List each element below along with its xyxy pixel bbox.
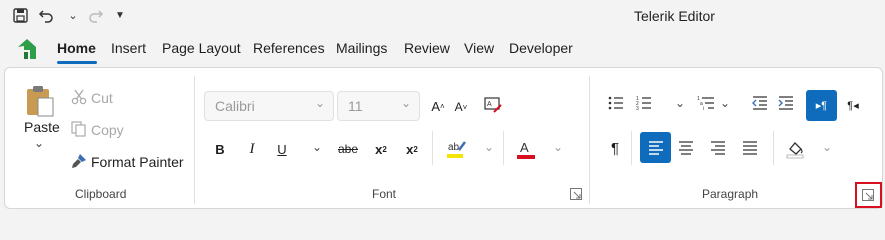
tab-insert[interactable]: Insert [111, 40, 146, 56]
font-size-select[interactable]: 11 ⌄ [337, 91, 420, 121]
right-to-left-icon[interactable]: ¶◂ [843, 96, 863, 114]
copy-icon[interactable] [71, 121, 87, 140]
group-divider [194, 76, 195, 204]
show-formatting-marks-icon[interactable]: ¶ [606, 138, 624, 158]
customize-quick-access-icon[interactable]: ▼ [111, 6, 129, 24]
undo-dropdown-chevron-icon[interactable]: ⌄ [64, 6, 82, 24]
app-title: Telerik Editor [634, 8, 715, 24]
italic-icon[interactable]: I [242, 139, 262, 159]
bold-icon[interactable]: B [210, 139, 230, 159]
svg-text:ab: ab [448, 142, 460, 153]
title-bar: ⌄ ▼ Telerik Editor [0, 0, 885, 32]
active-tab-indicator [57, 61, 97, 64]
font-group-label: Font [372, 187, 397, 201]
divider [773, 131, 774, 165]
font-family-select[interactable]: Calibri ⌄ [204, 91, 334, 121]
multilevel-list-icon[interactable]: 1ai [697, 96, 715, 113]
tab-references[interactable]: References [253, 40, 325, 56]
svg-text:3: 3 [636, 106, 639, 110]
numbering-icon[interactable]: 123 [636, 96, 652, 113]
tab-page-layout[interactable]: Page Layout [162, 40, 241, 56]
svg-text:A: A [520, 140, 529, 155]
format-painter-icon[interactable] [71, 153, 87, 172]
tab-home[interactable]: Home [57, 40, 96, 56]
subscript-icon[interactable]: x2 [371, 139, 391, 159]
clear-formatting-icon[interactable]: A [484, 97, 502, 116]
undo-icon[interactable] [37, 6, 55, 24]
clipboard-group-label: Clipboard [75, 187, 127, 201]
svg-text:i: i [703, 106, 704, 110]
cut-icon[interactable] [71, 89, 87, 108]
increase-indent-icon[interactable] [778, 96, 794, 113]
paste-chevron-icon[interactable]: ⌄ [34, 136, 44, 150]
highlight-annotation-box [855, 182, 882, 208]
align-center-icon[interactable] [678, 141, 694, 158]
copy-button[interactable]: Copy [91, 122, 124, 138]
align-left-icon[interactable] [640, 132, 671, 163]
shrink-font-icon[interactable]: A ˅ [452, 97, 470, 117]
bullets-icon[interactable] [608, 96, 624, 113]
save-icon[interactable] [11, 6, 29, 24]
text-highlight-color-icon[interactable]: ab [446, 138, 468, 163]
font-dialog-launcher-icon[interactable] [570, 187, 582, 203]
paragraph-group-label: Paragraph [702, 187, 759, 201]
divider [631, 131, 632, 165]
font-color-icon[interactable]: A [515, 138, 537, 163]
font-color-chevron-icon[interactable]: ⌄ [553, 140, 563, 154]
paste-button[interactable]: Paste [24, 119, 60, 135]
tab-view[interactable]: View [464, 40, 494, 56]
cut-button[interactable]: Cut [91, 90, 113, 106]
grow-font-icon[interactable]: A ˄ [428, 95, 448, 117]
paste-icon[interactable] [24, 84, 56, 118]
highlight-chevron-icon[interactable]: ⌄ [484, 140, 494, 154]
chevron-down-icon: ⌄ [400, 96, 411, 110]
strikethrough-icon[interactable]: abe [336, 139, 360, 159]
justify-icon[interactable] [742, 141, 758, 158]
divider [503, 131, 504, 165]
multilevel-chevron-icon[interactable]: ⌄ [720, 96, 730, 110]
shading-icon[interactable] [785, 139, 805, 162]
redo-icon[interactable] [87, 6, 105, 24]
svg-text:A: A [487, 101, 492, 108]
align-right-icon[interactable] [710, 141, 726, 158]
decrease-indent-icon[interactable] [752, 96, 768, 113]
font-size-value: 11 [348, 98, 363, 114]
underline-icon[interactable]: U [272, 139, 292, 159]
chevron-down-icon: ⌄ [314, 96, 325, 110]
font-family-value: Calibri [215, 98, 255, 114]
tab-review[interactable]: Review [404, 40, 450, 56]
shading-chevron-icon[interactable]: ⌄ [822, 140, 832, 154]
group-divider [589, 76, 590, 204]
numbering-chevron-icon[interactable]: ⌄ [675, 96, 685, 110]
tab-mailings[interactable]: Mailings [336, 40, 387, 56]
format-painter-button[interactable]: Format Painter [91, 154, 184, 170]
telerik-logo-icon [16, 38, 38, 60]
superscript-icon[interactable]: x2 [402, 139, 422, 159]
tab-developer[interactable]: Developer [509, 40, 573, 56]
underline-chevron-icon[interactable]: ⌄ [312, 140, 322, 154]
divider [432, 131, 433, 165]
left-to-right-icon[interactable]: ▸¶ [806, 90, 837, 121]
